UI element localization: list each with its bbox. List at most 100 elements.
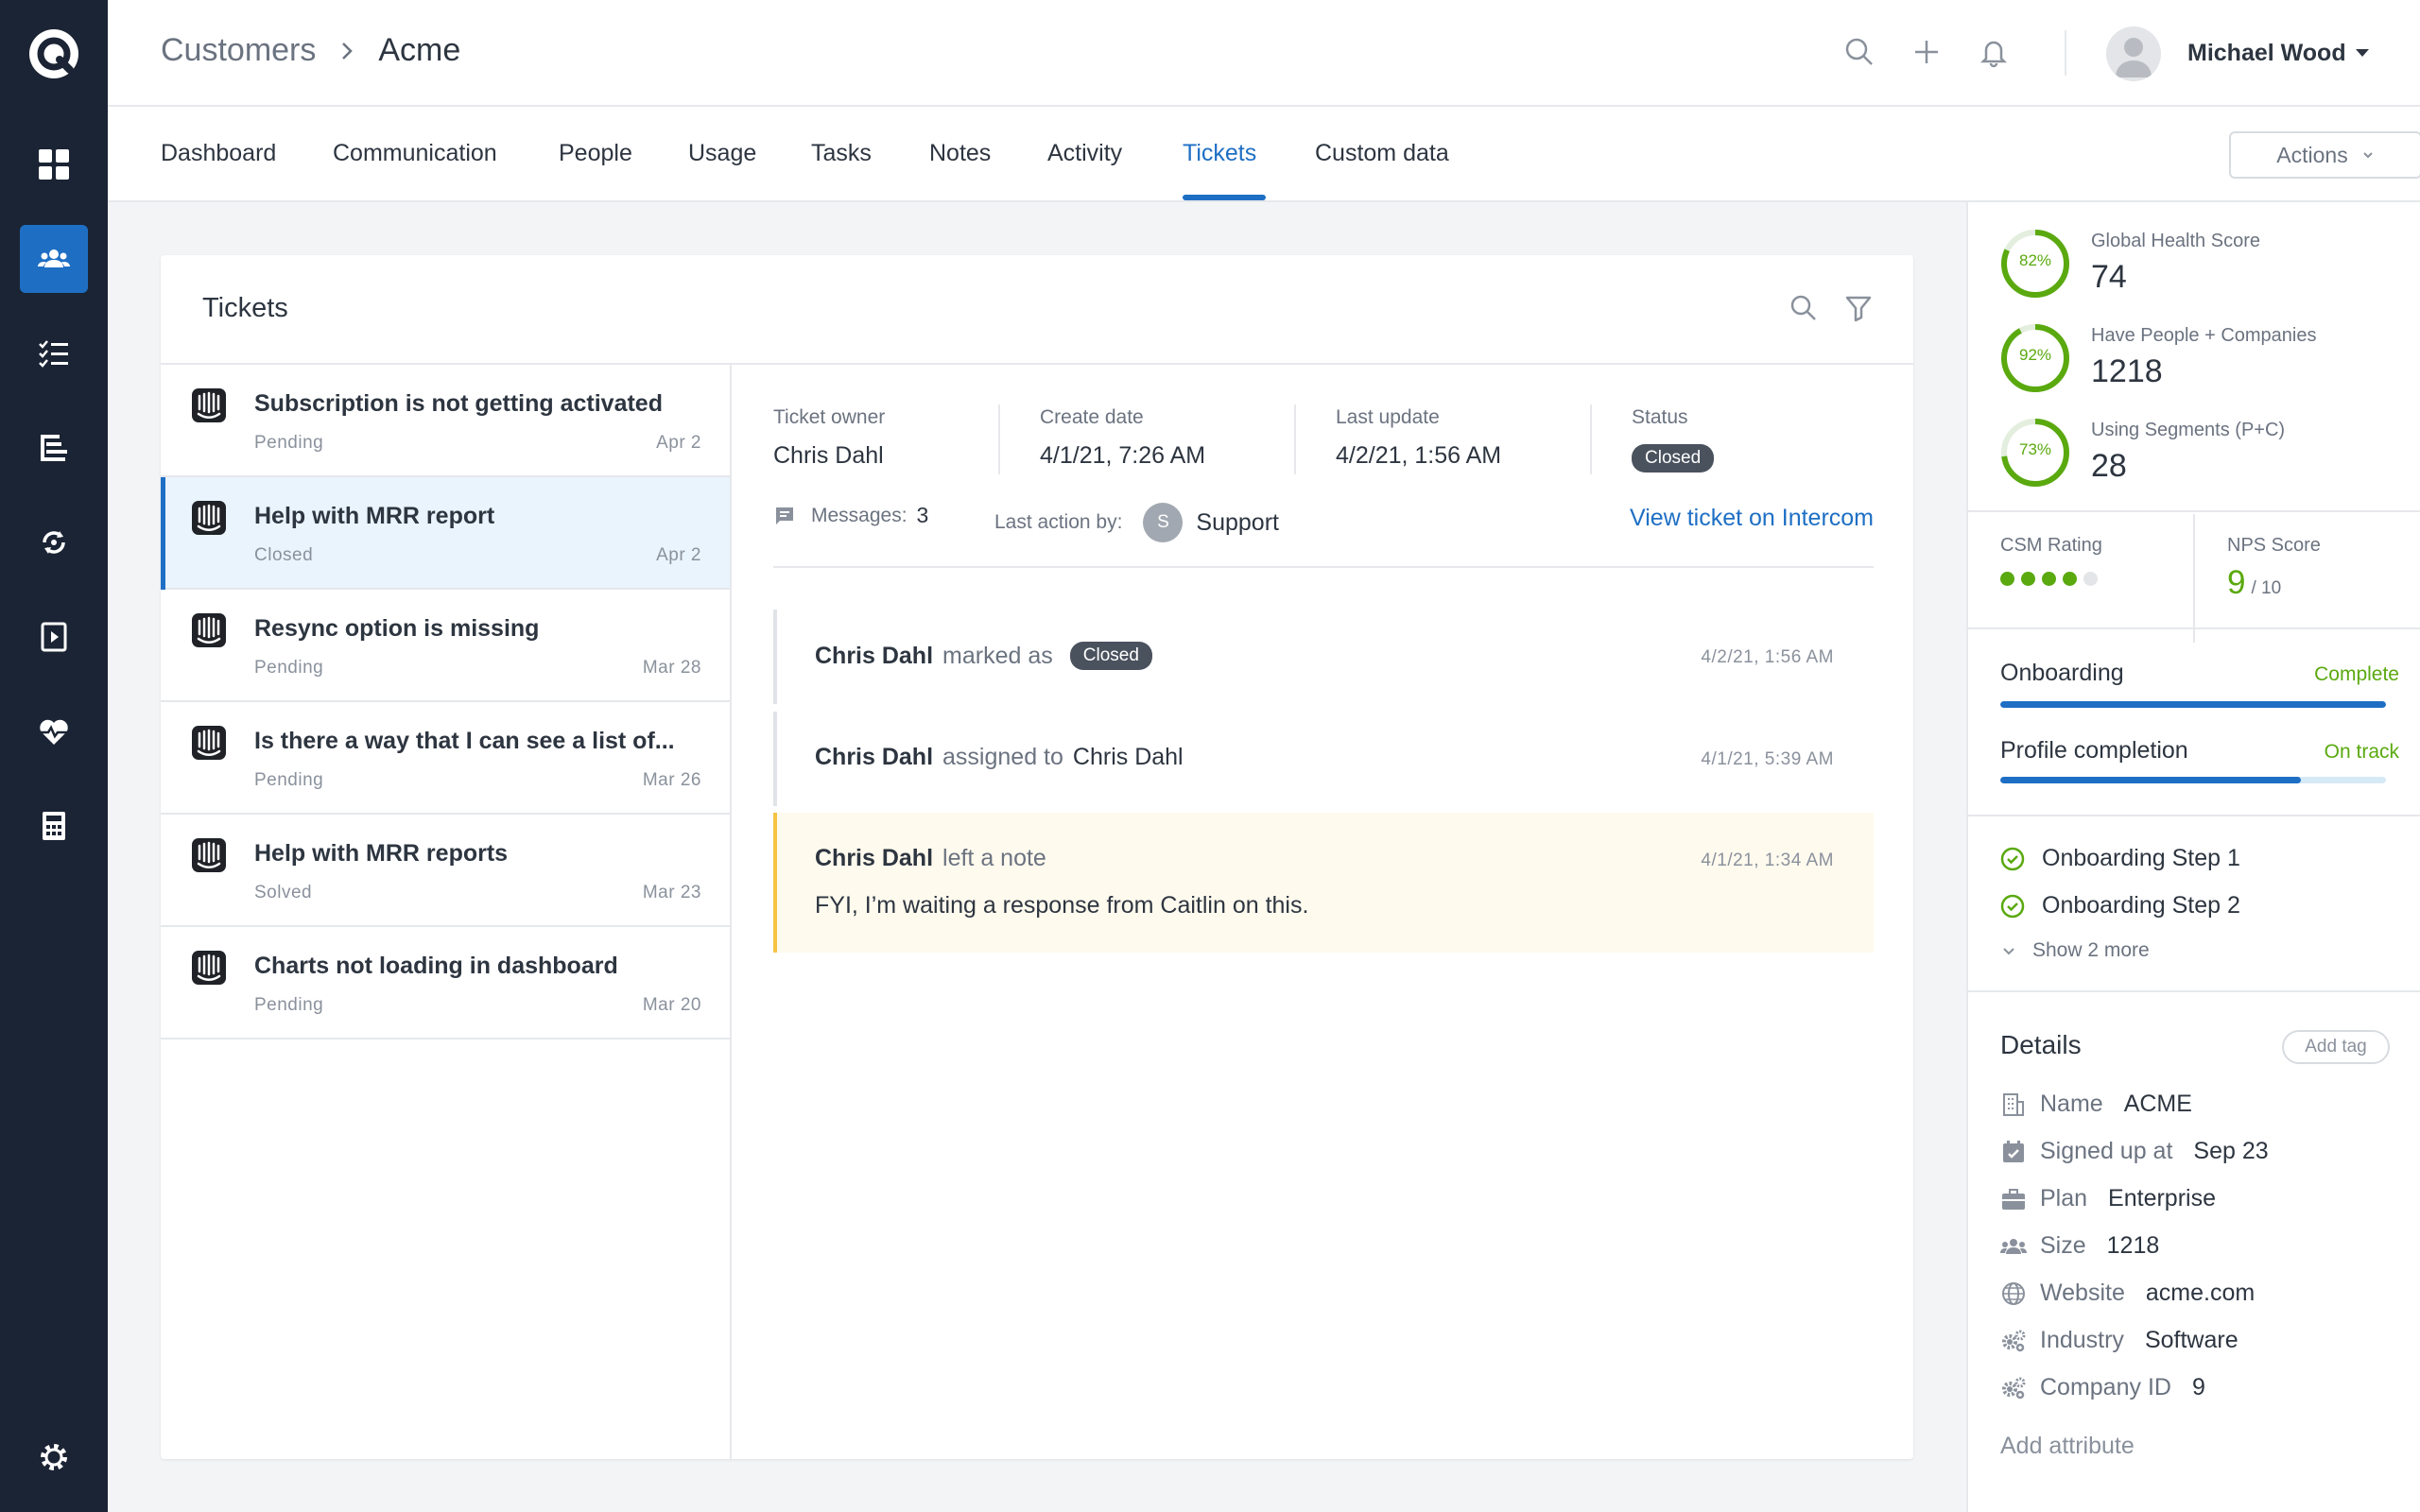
- event-actor: Chris Dahl: [815, 744, 934, 770]
- attr-industry: Industry Software: [2000, 1327, 2238, 1354]
- gear-icon: [41, 1444, 67, 1470]
- filter-icon[interactable]: [1843, 293, 1874, 323]
- ticket-date: Mar 28: [642, 658, 701, 678]
- attr-name: Name ACME: [2000, 1091, 2192, 1118]
- tickets-card: Tickets Subscription is not getting acti…: [161, 255, 1913, 1459]
- score-value: 74: [2091, 259, 2127, 295]
- attr-key: Plan: [2040, 1185, 2088, 1211]
- ticket-list-item[interactable]: Is there a way that I can see a list of.…: [161, 702, 730, 815]
- nav-segments[interactable]: [20, 414, 88, 482]
- tab-custom-data[interactable]: Custom data: [1315, 140, 1449, 167]
- check-circle-icon: [2000, 847, 2025, 870]
- ticket-date: Apr 2: [656, 433, 701, 453]
- onboarding-status: Complete: [2314, 663, 2399, 685]
- gears-icon: [2002, 1330, 2026, 1351]
- caret-down-icon[interactable]: [2356, 49, 2369, 57]
- messages-count: Messages: 3: [773, 503, 928, 528]
- ticket-list-item[interactable]: Charts not loading in dashboard Pending …: [161, 927, 730, 1040]
- rating-dot: [2000, 572, 2014, 586]
- ticket-title: Help with MRR report: [254, 503, 495, 529]
- ticket-owner-value: Chris Dahl: [773, 442, 884, 469]
- chevron-right-icon: [342, 42, 354, 60]
- rating-dot: [2063, 572, 2077, 586]
- attr-plan: Plan Enterprise: [2000, 1185, 2216, 1212]
- nav-tasks[interactable]: [20, 319, 88, 387]
- search-icon[interactable]: [1843, 36, 1876, 68]
- app-sidebar: [0, 0, 108, 1512]
- nav-playbooks[interactable]: [20, 603, 88, 671]
- actions-label: Actions: [2276, 142, 2348, 167]
- header-divider: [2065, 30, 2066, 76]
- tab-notes[interactable]: Notes: [929, 140, 991, 167]
- nav-customers[interactable]: [20, 225, 88, 293]
- calculator-icon: [43, 812, 65, 840]
- status-badge: Closed: [1632, 444, 1715, 472]
- nps-label: NPS Score: [2227, 535, 2321, 556]
- ticket-list-item-selected[interactable]: Help with MRR report Closed Apr 2: [161, 477, 730, 590]
- nav-dashboard[interactable]: [20, 130, 88, 198]
- ticket-list-item[interactable]: Help with MRR reports Solved Mar 23: [161, 815, 730, 927]
- nav-sync[interactable]: [20, 508, 88, 576]
- score-value: 28: [2091, 448, 2127, 484]
- progress-fill: [2000, 777, 2302, 783]
- intercom-icon: [192, 951, 226, 985]
- gears-icon: [2002, 1377, 2026, 1399]
- intercom-icon: [192, 838, 226, 872]
- plus-icon[interactable]: [1910, 36, 1943, 68]
- view-ticket-link[interactable]: View ticket on Intercom: [1630, 505, 1874, 532]
- nav-calculator[interactable]: [20, 792, 88, 860]
- attr-key: Website: [2040, 1280, 2125, 1306]
- score-label: Using Segments (P+C): [2091, 420, 2286, 440]
- last-action-by: Support: [1196, 508, 1279, 536]
- avatar[interactable]: [2106, 26, 2161, 81]
- score-label: Have People + Companies: [2091, 325, 2317, 346]
- bell-icon[interactable]: [1978, 36, 2010, 68]
- ticket-status: Closed: [254, 545, 314, 565]
- score-percent: 73%: [2018, 440, 2052, 458]
- rating-dot: [2083, 572, 2098, 586]
- attr-signed-up: Signed up at Sep 23: [2000, 1138, 2269, 1165]
- add-tag-button[interactable]: Add tag: [2282, 1030, 2390, 1064]
- create-date-value: 4/1/21, 7:26 AM: [1040, 442, 1206, 469]
- nav-settings[interactable]: [20, 1423, 88, 1491]
- onboarding-step[interactable]: Onboarding Step 2: [2000, 892, 2240, 919]
- search-icon[interactable]: [1789, 293, 1819, 323]
- event-actor: Chris Dahl: [815, 845, 934, 871]
- ticket-event: Chris Dahl assigned to Chris Dahl 4/1/21…: [773, 712, 1874, 806]
- breadcrumb-customers[interactable]: Customers: [161, 32, 316, 69]
- create-date: Create date 4/1/21, 7:26 AM: [1040, 406, 1205, 470]
- onboarding-progress-bar: [2000, 701, 2386, 708]
- last-action: Last action by: S Support: [994, 503, 1279, 542]
- nps-value: 9: [2227, 564, 2246, 601]
- intercom-icon: [192, 501, 226, 535]
- check-circle-icon: [2000, 894, 2025, 918]
- tab-usage[interactable]: Usage: [688, 140, 756, 167]
- tab-dashboard[interactable]: Dashboard: [161, 140, 276, 167]
- tab-tickets[interactable]: Tickets: [1183, 140, 1256, 167]
- ticket-status: Solved: [254, 883, 313, 902]
- messages-value: 3: [916, 503, 929, 527]
- csm-rating-label: CSM Rating: [2000, 535, 2102, 556]
- onboarding-step[interactable]: Onboarding Step 1: [2000, 845, 2240, 872]
- attr-value[interactable]: acme.com: [2146, 1280, 2255, 1307]
- score-percent: 92%: [2018, 346, 2052, 364]
- ticket-status: Pending: [254, 658, 324, 678]
- tab-communication[interactable]: Communication: [333, 140, 497, 167]
- nav-health[interactable]: [20, 697, 88, 765]
- last-update: Last update 4/2/21, 1:56 AM: [1336, 406, 1501, 470]
- tab-activity[interactable]: Activity: [1047, 140, 1122, 167]
- tab-people[interactable]: People: [559, 140, 632, 167]
- play-document-icon: [41, 622, 67, 652]
- app-logo-icon[interactable]: [28, 28, 79, 79]
- actions-button[interactable]: Actions: [2229, 131, 2420, 179]
- add-attribute-button[interactable]: Add attribute: [2000, 1433, 2135, 1460]
- show-more-button[interactable]: Show 2 more: [2000, 939, 2150, 962]
- csm-rating-dots: [2000, 572, 2102, 586]
- ticket-list-item[interactable]: Resync option is missing Pending Mar 28: [161, 590, 730, 702]
- top-bar: Customers Acme Michael Wood: [108, 0, 2420, 107]
- user-name[interactable]: Michael Wood: [2187, 40, 2346, 67]
- tab-tasks[interactable]: Tasks: [811, 140, 872, 167]
- event-action: assigned to: [942, 744, 1063, 770]
- ticket-status: Pending: [254, 770, 324, 790]
- ticket-list-item[interactable]: Subscription is not getting activated Pe…: [161, 365, 730, 477]
